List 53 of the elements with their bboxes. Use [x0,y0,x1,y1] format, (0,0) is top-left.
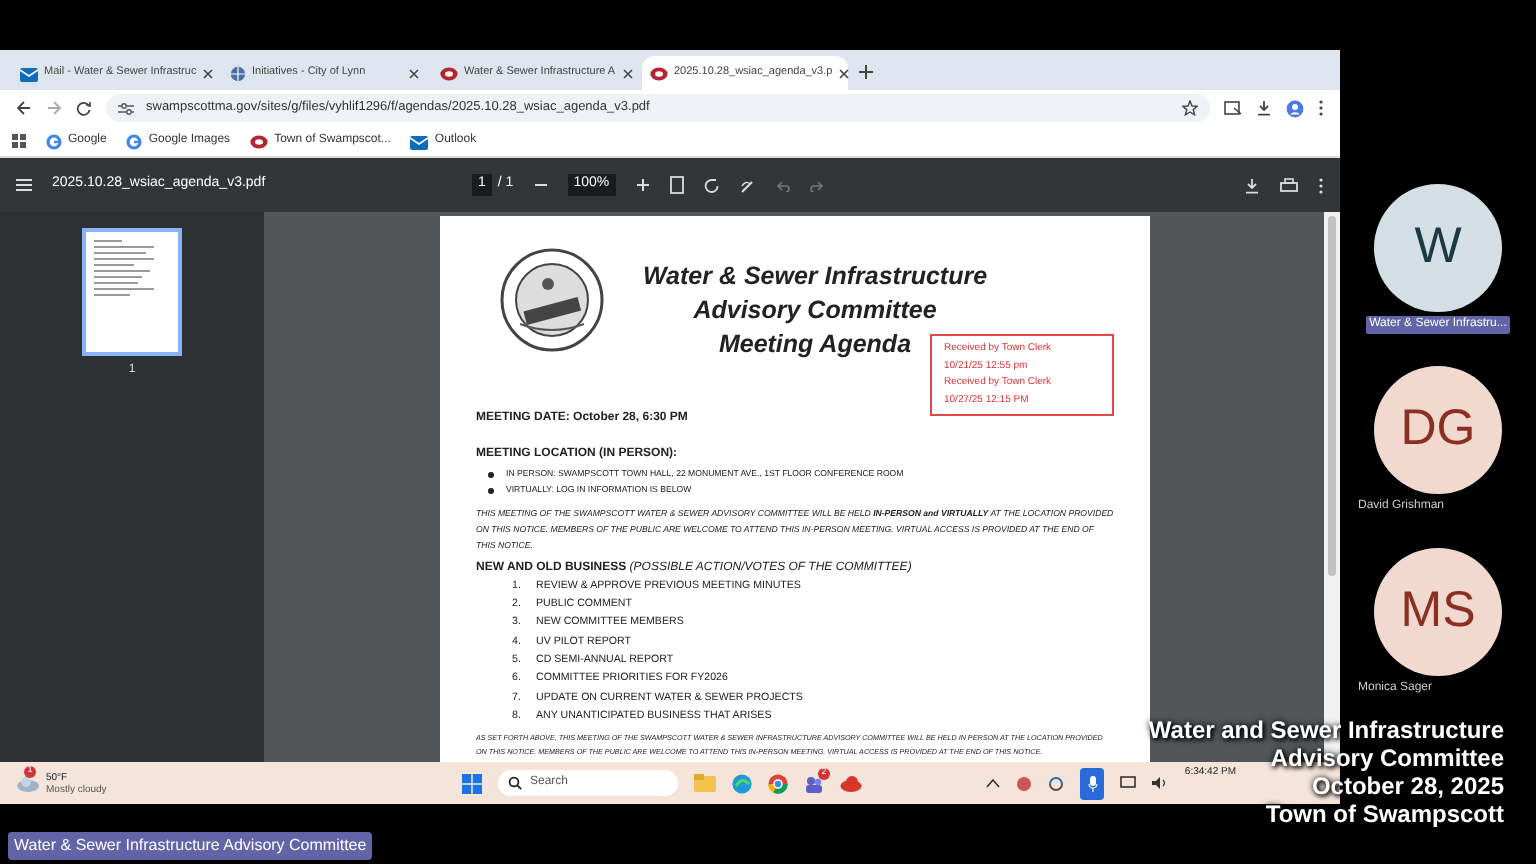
rotate-icon[interactable] [703,177,720,193]
add-tab-icon[interactable] [858,64,874,80]
document-title: Water & Sewer Infrastructure [642,260,988,294]
close-icon[interactable] [408,67,420,79]
network-icon[interactable] [1120,776,1137,790]
undo-icon[interactable] [775,179,790,191]
close-icon[interactable] [838,67,851,79]
mail-icon [410,133,429,149]
microphone-button[interactable] [1080,767,1105,799]
caret-up-icon[interactable] [986,778,1001,788]
zoom-out-icon[interactable] [533,178,548,192]
bullet-icon [488,471,494,478]
menu-icon[interactable] [16,178,32,192]
cloud-icon [16,774,40,792]
profile-icon[interactable] [1286,99,1304,117]
chrome-icon[interactable] [768,773,788,793]
star-icon[interactable] [1182,100,1198,116]
google-icon [126,133,143,149]
zoom-in-icon[interactable] [635,178,650,192]
google-icon [46,133,62,149]
meeting-name-label: Water & Sewer Infrastructure Advisory Committee [8,832,373,860]
globe-icon [230,65,246,81]
more-icon[interactable] [1318,177,1324,193]
fit-page-icon[interactable] [669,176,684,194]
download-icon[interactable] [1256,100,1272,116]
reload-icon[interactable] [76,100,92,116]
bullet-icon [488,488,494,495]
people-app-icon[interactable] [804,773,824,793]
participant-avatar: DG [1374,366,1502,494]
microphone-icon [1087,775,1098,791]
annotate-icon[interactable] [739,177,756,193]
document-title: Meeting Agenda [718,328,912,362]
document-title: Advisory Committee [693,294,937,328]
volume-icon[interactable] [1152,776,1169,790]
mail-icon [20,65,38,81]
windows-start-icon[interactable] [462,773,482,793]
site-settings-icon [118,101,134,115]
close-icon[interactable] [202,67,215,79]
search-icon [508,776,522,790]
participant-avatar: MS [1374,548,1502,676]
close-icon[interactable] [621,67,634,79]
redo-icon[interactable] [809,179,824,191]
tray-app-icon[interactable] [1016,775,1033,791]
back-icon[interactable] [16,100,32,116]
participant-avatar: W [1374,184,1502,312]
more-icon[interactable] [1318,100,1324,116]
apps-grid-icon[interactable] [12,134,26,148]
edge-icon[interactable] [732,773,752,793]
caption-text: Town of Swampscott [1265,800,1504,828]
page-thumbnail[interactable] [82,228,182,356]
print-icon[interactable] [1280,177,1298,193]
cloud-app-icon[interactable] [840,774,862,792]
seal-drawing [500,248,604,352]
